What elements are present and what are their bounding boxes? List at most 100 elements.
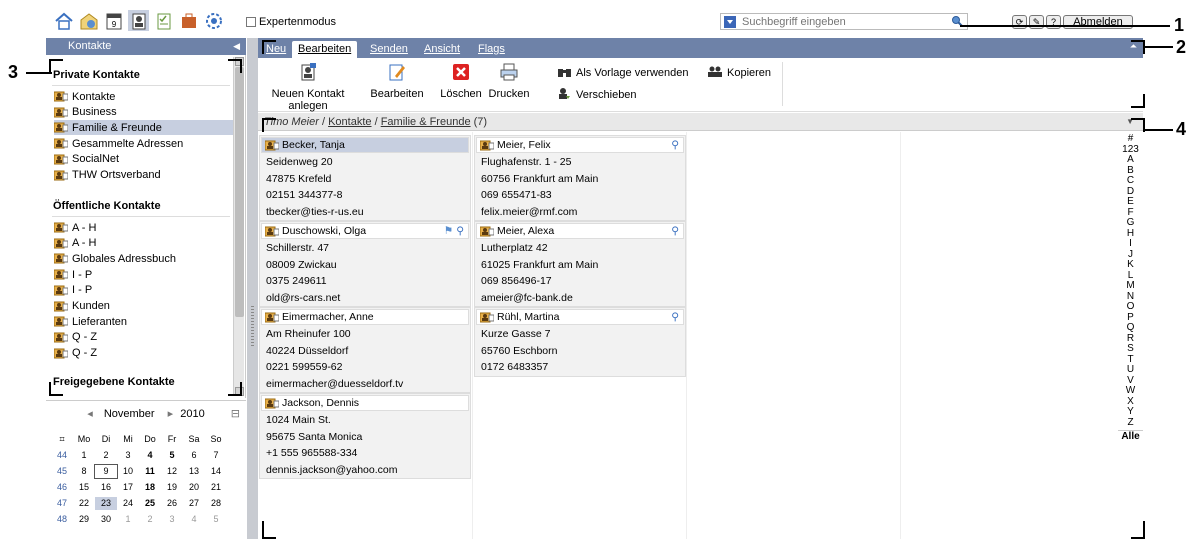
calendar-icon[interactable]: 9 [103,10,124,31]
distribution-icon[interactable]: ⚲ [671,225,679,237]
contact-name-row[interactable]: Eimermacher, Anne [261,309,469,325]
print-button[interactable]: Drucken [486,62,532,100]
calendar-day[interactable]: 2 [139,513,161,526]
calendar-day[interactable]: 26 [161,497,183,510]
contact-card[interactable]: Rühl, Martina ⚲ Kurze Gasse 7 65760 Eschbor… [474,307,686,377]
contact-card[interactable]: Meier, Felix ⚲ Flughafenstr. 1 - 25 60756 F… [474,135,686,221]
calendar-day[interactable]: 28 [205,497,227,510]
delete-button[interactable]: Löschen [438,62,484,100]
alphabet-letter[interactable]: G [1118,217,1143,229]
collapse-left-icon[interactable]: ◀ [233,38,240,55]
alphabet-letter[interactable]: U [1118,364,1143,376]
alphabet-letter[interactable]: Q [1118,322,1143,334]
use-as-template-button[interactable]: Als Vorlage verwenden [558,66,689,80]
calendar-day[interactable]: 23 [95,497,117,510]
calendar-day[interactable]: 3 [161,513,183,526]
home-icon[interactable] [53,10,74,31]
flag-icon[interactable]: ⚑ [444,225,453,237]
contact-name-row[interactable]: Duschowski, Olga ⚑ ⚲ [261,223,469,239]
folder-item[interactable]: Lieferanten [53,314,234,329]
calendar-day[interactable]: 7 [205,449,227,462]
alphabet-letter[interactable]: # [1118,133,1143,145]
calendar-close-icon[interactable]: ⊟ [231,407,240,420]
calendar-day[interactable]: 1 [73,449,95,462]
folder-item[interactable]: Q - Z [53,346,234,361]
distribution-icon[interactable]: ⚲ [671,311,679,323]
calendar-day[interactable]: 5 [205,513,227,526]
contact-card[interactable]: Becker, Tanja Seidenweg 20 47875 Krefeld 02… [259,135,471,221]
calendar-day[interactable]: 16 [95,481,117,494]
alphabet-all[interactable]: Alle [1118,430,1143,443]
calendar-day[interactable]: 1 [117,513,139,526]
contact-card[interactable]: Duschowski, Olga ⚑ ⚲ Schillerstr. 47 08009 Z… [259,221,471,307]
edit-button[interactable]: Bearbeiten [368,62,426,100]
calendar-day[interactable]: 18 [139,481,161,494]
copy-button[interactable]: Kopieren [708,66,771,80]
folder-item[interactable]: THW Ortsverband [53,168,234,183]
calendar-day[interactable]: 4 [183,513,205,526]
week-number[interactable]: 45 [51,465,73,478]
calendar-day[interactable]: 14 [205,465,227,478]
tab-send[interactable]: Senden [364,41,414,58]
folder-item[interactable]: Kunden [53,299,234,314]
calendar-day[interactable]: 10 [117,465,139,478]
alphabet-letter[interactable]: W [1118,385,1143,397]
calendar-day[interactable]: 2 [95,449,117,462]
contact-name-row[interactable]: Rühl, Martina ⚲ [476,309,684,325]
calendar-day[interactable]: 9 [94,464,118,479]
folder-item[interactable]: Familie & Freunde [53,120,234,136]
alphabet-letter[interactable]: K [1118,259,1143,271]
calendar-day[interactable]: 19 [161,481,183,494]
calendar-day[interactable]: 8 [73,465,95,478]
search-box[interactable] [720,13,968,30]
calendar-day[interactable]: 30 [95,513,117,526]
folder-item[interactable]: Kontakte [53,89,234,104]
calendar-day[interactable]: 21 [205,481,227,494]
calendar-day[interactable]: 4 [139,449,161,462]
distribution-icon[interactable]: ⚲ [671,139,679,151]
week-number[interactable]: 48 [51,513,73,526]
tab-flags[interactable]: Flags [472,41,511,58]
alphabet-letter[interactable]: A [1118,154,1143,166]
calendar-day[interactable]: 5 [161,449,183,462]
week-number[interactable]: 44 [51,449,73,462]
tab-edit[interactable]: Bearbeiten [292,41,358,58]
alphabet-letter[interactable]: S [1118,343,1143,355]
expert-mode-toggle[interactable]: Expertenmodus [246,16,336,28]
calendar-day[interactable]: 24 [117,497,139,510]
panel-splitter[interactable] [247,38,258,539]
calendar-day[interactable]: 11 [139,465,161,478]
tasks-icon[interactable] [153,10,174,31]
next-month-icon[interactable]: ▸ [168,408,174,420]
folder-scrollbar[interactable] [233,57,244,396]
week-column-icon[interactable]: ⌗ [51,433,73,446]
calendar-day[interactable]: 17 [117,481,139,494]
folder-item[interactable]: Business [53,105,234,120]
contact-card[interactable]: Eimermacher, Anne Am Rheinufer 100 40224 D… [259,307,471,393]
folder-item[interactable]: A - H [53,220,234,235]
folder-item[interactable]: I - P [53,267,234,282]
contact-name-row[interactable]: Jackson, Dennis [261,395,469,411]
calendar-day[interactable]: 29 [73,513,95,526]
alphabet-letter[interactable]: C [1118,175,1143,187]
search-input[interactable] [740,14,940,29]
calendar-day[interactable]: 20 [183,481,205,494]
alphabet-letter[interactable]: M [1118,280,1143,292]
folder-item[interactable]: SocialNet [53,152,234,167]
calendar-day[interactable]: 12 [161,465,183,478]
search-scope-dropdown[interactable] [724,15,736,28]
calendar-day[interactable]: 15 [73,481,95,494]
alphabet-letter[interactable]: Z [1118,417,1143,429]
folder-item[interactable]: A - H [53,236,234,251]
alphabet-letter[interactable]: I [1118,238,1143,250]
prev-month-icon[interactable]: ◂ [87,408,93,420]
breadcrumb-folder-contacts[interactable]: Kontakte [328,116,371,128]
alphabet-letter[interactable]: E [1118,196,1143,208]
calendar-day[interactable]: 25 [139,497,161,510]
breadcrumb-folder-current[interactable]: Familie & Freunde [381,116,471,128]
folder-item[interactable]: Gesammelte Adressen [53,136,234,151]
calendar-day[interactable]: 13 [183,465,205,478]
mail-icon[interactable] [78,10,99,31]
alphabet-letter[interactable]: O [1118,301,1143,313]
contact-name-row[interactable]: Becker, Tanja [261,137,469,153]
